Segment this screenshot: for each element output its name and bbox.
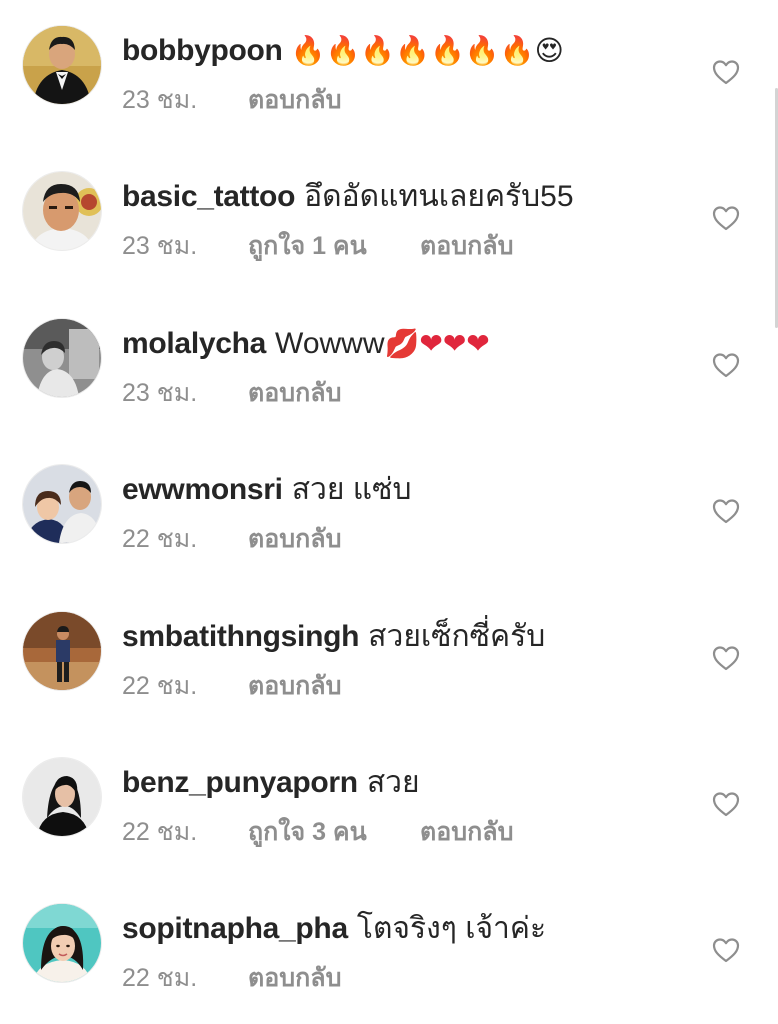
- username-link[interactable]: sopitnapha_pha: [122, 907, 348, 951]
- heart-like-icon[interactable]: [712, 498, 740, 524]
- comment-text-line: basic_tattoo อึดอัดแทนเลยครับ55: [122, 175, 576, 219]
- avatar-standing-person-icon: [23, 612, 101, 690]
- heart-like-icon[interactable]: [712, 205, 740, 231]
- reply-button[interactable]: ตอบกลับ: [248, 960, 341, 996]
- heart-like-icon[interactable]: [712, 645, 740, 671]
- reply-button[interactable]: ตอบกลับ: [420, 814, 513, 850]
- comment-item: molalycha Wowww 💋❤❤❤ 23 ชม. ตอบกลับ: [0, 293, 778, 439]
- comment-text-line: smbatithngsingh สวยเซ็กซี่ครับ: [122, 615, 547, 659]
- avatar[interactable]: [23, 172, 101, 250]
- avatar-woman-dark-icon: [23, 758, 101, 836]
- reply-button[interactable]: ตอบกลับ: [248, 668, 341, 704]
- comment-time: 23 ชม.: [122, 232, 198, 260]
- heart-like-icon[interactable]: [712, 59, 740, 85]
- reply-button[interactable]: ตอบกลับ: [248, 82, 341, 118]
- avatar[interactable]: [23, 612, 101, 690]
- comment-text: สวยเซ็กซี่ครับ: [368, 620, 546, 653]
- comment-text: Wowww: [275, 327, 385, 360]
- like-count[interactable]: ถูกใจ 3 คน: [248, 814, 367, 850]
- comment-text-line: ewwmonsri สวย แซ่บ: [122, 468, 414, 512]
- comment-item: basic_tattoo อึดอัดแทนเลยครับ55 23 ชม. ถ…: [0, 146, 778, 292]
- comment-text: สวย แซ่บ: [291, 473, 412, 506]
- username-link[interactable]: benz_punyaporn: [122, 761, 358, 805]
- comment-time: 22 ชม.: [122, 964, 198, 992]
- avatar[interactable]: [23, 758, 101, 836]
- reply-button[interactable]: ตอบกลับ: [248, 375, 341, 411]
- avatar[interactable]: [23, 465, 101, 543]
- comment-list: bobbypoon 🔥🔥🔥🔥🔥🔥🔥😍 23 ชม. ตอบกลับ basic_…: [0, 0, 778, 1024]
- heart-like-icon[interactable]: [712, 791, 740, 817]
- comment-text-line: sopitnapha_pha โตจริงๆ เจ้าค่ะ: [122, 907, 548, 951]
- avatar-man-face-icon: [23, 172, 101, 250]
- reply-button[interactable]: ตอบกลับ: [248, 521, 341, 557]
- avatar-woman-teal-icon: [23, 904, 101, 982]
- comment-time: 22 ชม.: [122, 818, 198, 846]
- comment-text: สวย: [366, 766, 420, 799]
- comment-emoji: 🔥🔥🔥🔥🔥🔥🔥😍: [290, 34, 564, 67]
- heart-like-icon[interactable]: [712, 352, 740, 378]
- comment-text-line: bobbypoon 🔥🔥🔥🔥🔥🔥🔥😍: [122, 29, 564, 73]
- username-link[interactable]: bobbypoon: [122, 29, 283, 73]
- username-link[interactable]: smbatithngsingh: [122, 615, 359, 659]
- comment-time: 22 ชม.: [122, 525, 198, 553]
- comment-item: benz_punyaporn สวย 22 ชม. ถูกใจ 3 คน ตอบ…: [0, 732, 778, 878]
- comment-text: โตจริงๆ เจ้าค่ะ: [356, 912, 547, 945]
- comment-text-line: molalycha Wowww 💋❤❤❤: [122, 322, 490, 366]
- comment-item: sopitnapha_pha โตจริงๆ เจ้าค่ะ 22 ชม. ตอ…: [0, 878, 778, 1024]
- like-count[interactable]: ถูกใจ 1 คน: [248, 228, 367, 264]
- comment-time: 22 ชม.: [122, 672, 198, 700]
- avatar-grayscale-photo-icon: [23, 319, 101, 397]
- avatar[interactable]: [23, 26, 101, 104]
- comment-item: bobbypoon 🔥🔥🔥🔥🔥🔥🔥😍 23 ชม. ตอบกลับ: [0, 0, 778, 146]
- comment-item: smbatithngsingh สวยเซ็กซี่ครับ 22 ชม. ตอ…: [0, 586, 778, 732]
- avatar-couple-icon: [23, 465, 101, 543]
- heart-like-icon[interactable]: [712, 937, 740, 963]
- comment-item: ewwmonsri สวย แซ่บ 22 ชม. ตอบกลับ: [0, 439, 778, 585]
- comment-text-line: benz_punyaporn สวย: [122, 761, 422, 805]
- comment-emoji: 💋❤❤❤: [384, 327, 490, 360]
- comment-time: 23 ชม.: [122, 86, 198, 114]
- username-link[interactable]: ewwmonsri: [122, 468, 283, 512]
- username-link[interactable]: molalycha: [122, 322, 266, 366]
- avatar-man-tuxedo-icon: [23, 26, 101, 104]
- reply-button[interactable]: ตอบกลับ: [420, 228, 513, 264]
- avatar[interactable]: [23, 904, 101, 982]
- comment-text: อึดอัดแทนเลยครับ55: [304, 180, 574, 213]
- username-link[interactable]: basic_tattoo: [122, 175, 295, 219]
- comment-time: 23 ชม.: [122, 379, 198, 407]
- avatar[interactable]: [23, 319, 101, 397]
